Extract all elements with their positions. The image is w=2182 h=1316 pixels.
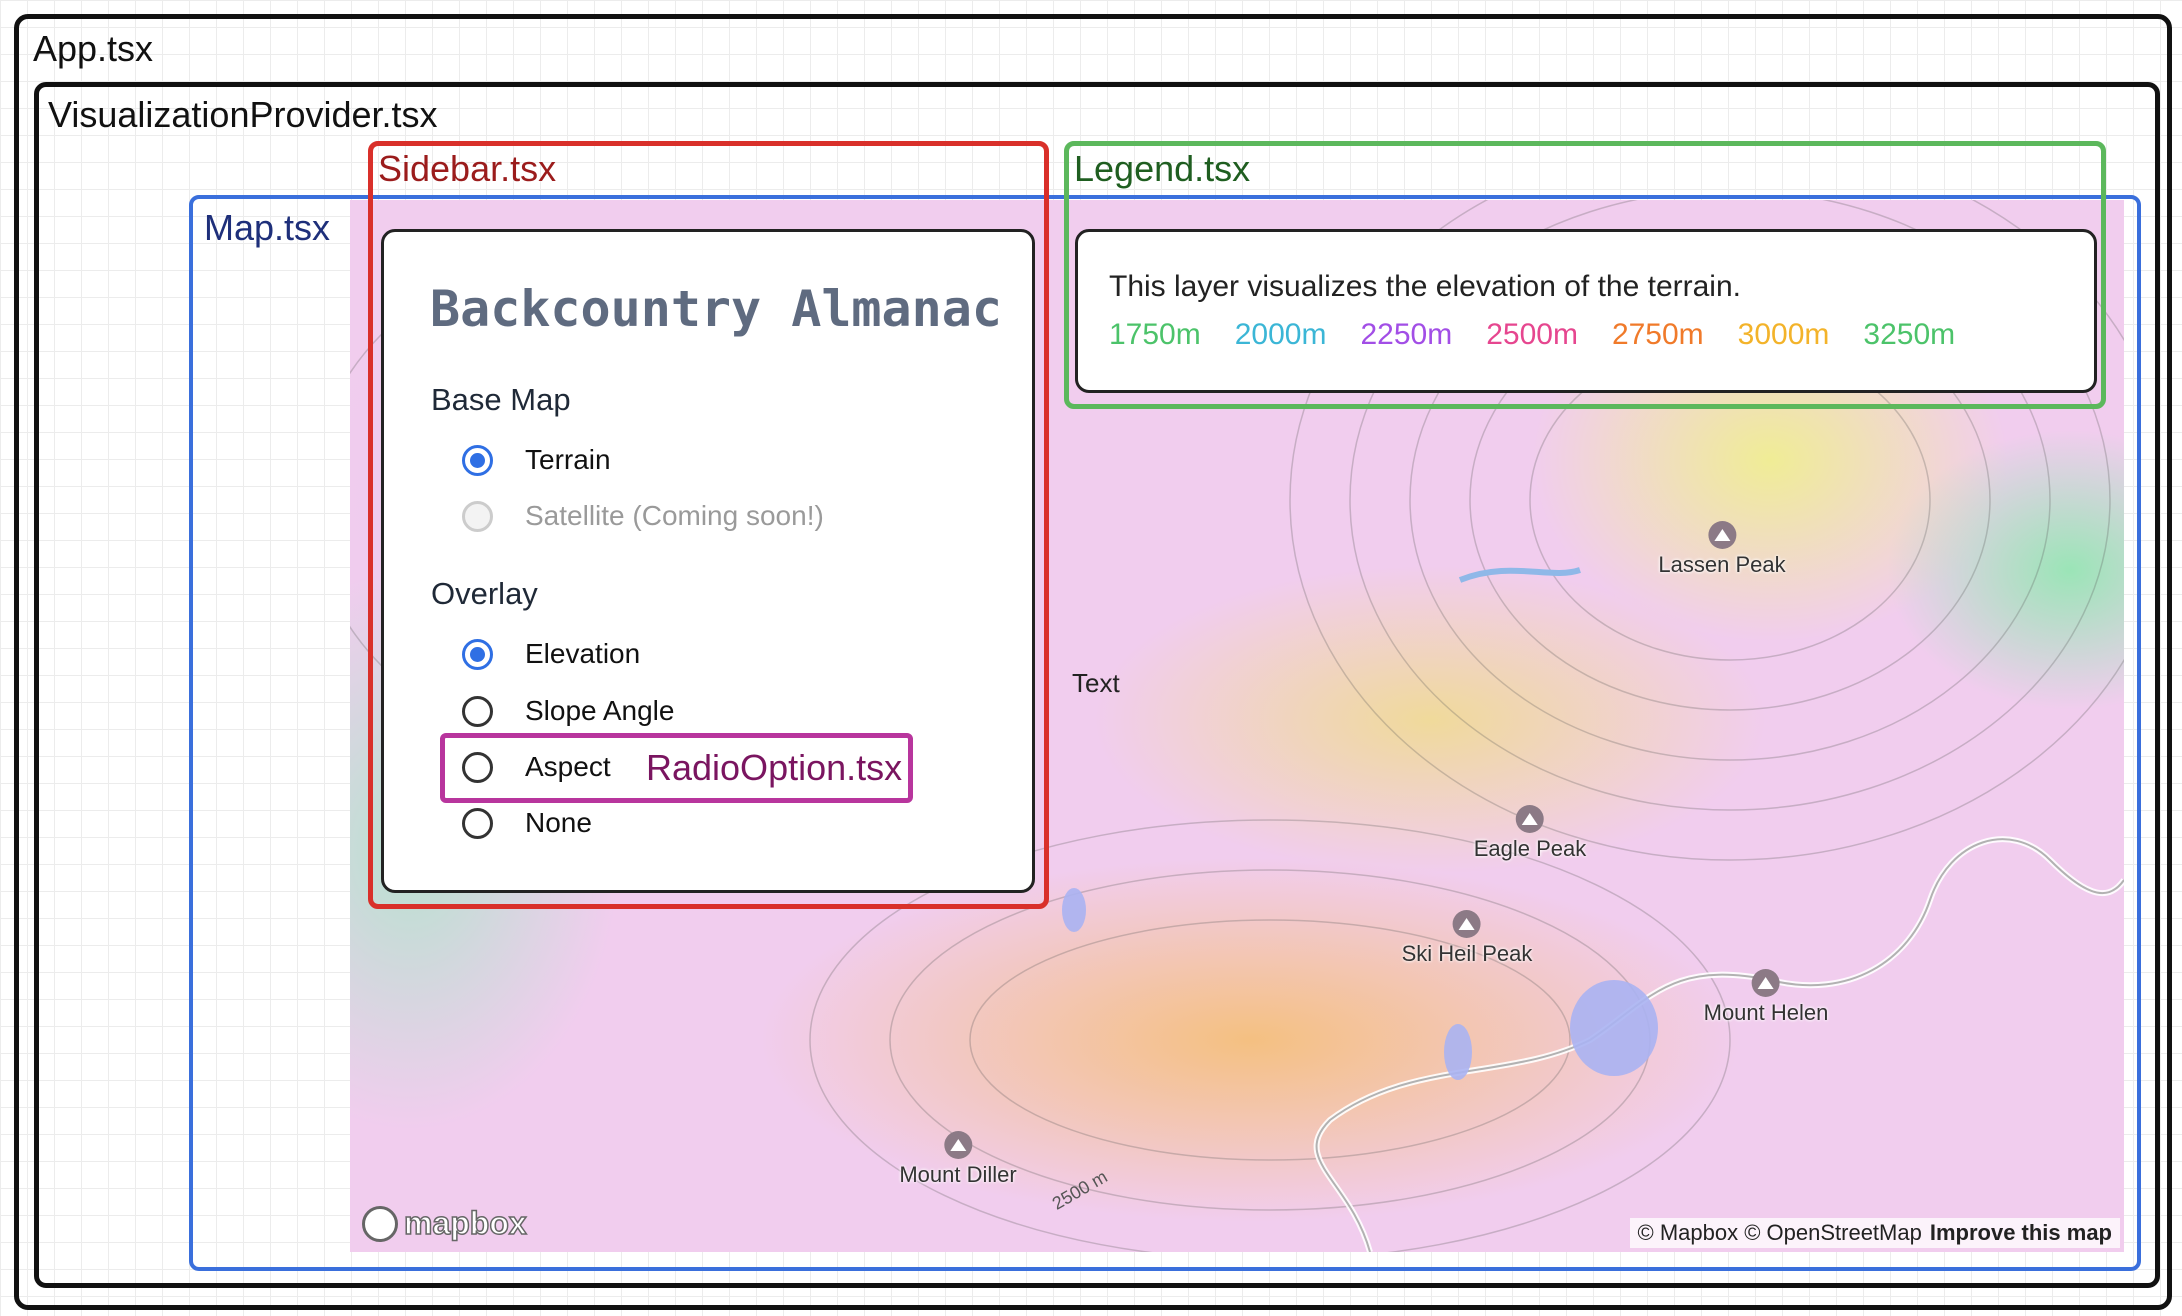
peak-name: Ski Heil Peak xyxy=(1401,941,1533,966)
mapbox-logo-icon xyxy=(362,1205,398,1242)
peak-name: Mount Helen xyxy=(1703,1000,1829,1025)
legend-label: Legend.tsx xyxy=(1074,148,1251,189)
map-attribution: © Mapbox © OpenStreetMap Improve this map xyxy=(1629,1218,2120,1248)
peak-name: Mount Diller xyxy=(899,1162,1017,1187)
peak-marker[interactable]: Eagle Peak xyxy=(1473,804,1587,862)
visualization-provider-label: VisualizationProvider.tsx xyxy=(48,94,438,135)
mountain-icon xyxy=(1516,805,1544,833)
mapbox-logo[interactable]: mapbox xyxy=(362,1204,527,1242)
sidebar-label: Sidebar.tsx xyxy=(378,148,557,189)
mapbox-logo-text: mapbox xyxy=(403,1204,527,1242)
peak-marker[interactable]: Lassen Peak xyxy=(1658,520,1786,578)
peak-marker[interactable]: Ski Heil Peak xyxy=(1401,909,1533,967)
mountain-icon xyxy=(944,1131,972,1159)
mountain-icon xyxy=(1707,521,1736,549)
attribution-text: © Mapbox © OpenStreetMap xyxy=(1637,1220,1922,1245)
app-label: App.tsx xyxy=(33,28,154,69)
radio-option-label: RadioOption.tsx xyxy=(646,747,903,788)
peak-marker[interactable]: Mount Diller xyxy=(899,1130,1017,1188)
mountain-icon xyxy=(1752,969,1780,997)
mountain-icon xyxy=(1453,910,1481,938)
map-text-label: Text xyxy=(1072,668,1120,698)
map-label: Map.tsx xyxy=(204,207,331,248)
improve-map-link[interactable]: Improve this map xyxy=(1930,1220,2112,1245)
peak-marker[interactable]: Mount Helen xyxy=(1703,968,1829,1026)
peak-name: Eagle Peak xyxy=(1473,836,1587,861)
peak-name: Lassen Peak xyxy=(1658,552,1786,577)
